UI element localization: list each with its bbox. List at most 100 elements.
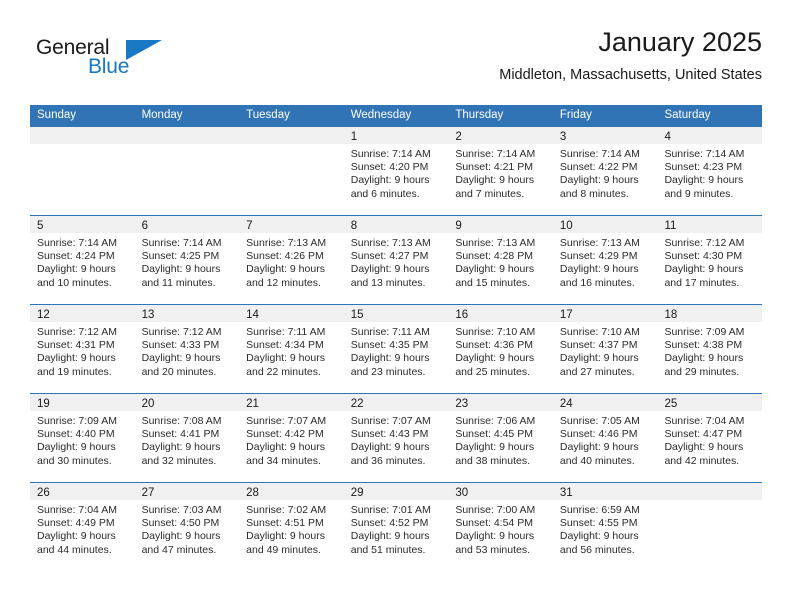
sunrise-text: Sunrise: 7:02 AM <box>246 504 327 516</box>
day-cell[interactable]: 4 Sunrise: 7:14 AM Sunset: 4:23 PM Daylight… <box>657 127 763 215</box>
day-cell[interactable]: 31 Sunrise: 6:59 AM Sunset: 4:55 PM Dayligh… <box>552 483 658 571</box>
day-number: 24 <box>559 398 573 410</box>
day-cell[interactable]: 24 Sunrise: 7:05 AM Sunset: 4:46 PM Dayligh… <box>552 394 658 482</box>
day-number-band: 26 <box>30 483 135 500</box>
daylight-text: Daylight: 9 hours and 12 minutes. <box>246 263 325 289</box>
daylight-text: Daylight: 9 hours and 10 minutes. <box>37 263 116 289</box>
day-cell[interactable] <box>134 127 240 215</box>
day-cell[interactable]: 5 Sunrise: 7:14 AM Sunset: 4:24 PM Daylight… <box>30 216 135 304</box>
sunset-text: Sunset: 4:43 PM <box>350 428 429 441</box>
day-cell[interactable]: 18 Sunrise: 7:09 AM Sunset: 4:38 PM Dayligh… <box>657 305 763 393</box>
day-cell[interactable]: 23 Sunrise: 7:06 AM Sunset: 4:45 PM Dayligh… <box>448 394 553 482</box>
day-details: Sunrise: 7:09 AM Sunset: 4:40 PM Daylight:… <box>30 411 135 468</box>
day-cell[interactable]: 13 Sunrise: 7:12 AM Sunset: 4:33 PM Dayligh… <box>134 305 240 393</box>
day-number-band: 16 <box>448 305 553 322</box>
day-cell[interactable]: 27 Sunrise: 7:03 AM Sunset: 4:50 PM Dayligh… <box>134 483 240 571</box>
sunrise-text: Sunrise: 7:09 AM <box>37 415 117 427</box>
day-number: 26 <box>37 487 50 499</box>
day-cell[interactable]: 19 Sunrise: 7:09 AM Sunset: 4:40 PM Dayligh… <box>30 394 135 482</box>
sunrise-text: Sunrise: 7:14 AM <box>141 237 222 249</box>
sunset-text: Sunset: 4:36 PM <box>455 339 533 352</box>
daylight-text: Daylight: 9 hours and 19 minutes. <box>37 352 116 378</box>
daylight-text: Daylight: 9 hours and 6 minutes. <box>350 174 430 200</box>
day-cell[interactable]: 2 Sunrise: 7:14 AM Sunset: 4:21 PM Daylight… <box>448 127 553 215</box>
day-cell[interactable] <box>657 483 763 571</box>
sunset-text: Sunset: 4:55 PM <box>559 517 638 530</box>
sunrise-text: Sunrise: 7:10 AM <box>559 326 640 338</box>
day-cell[interactable]: 1 Sunrise: 7:14 AM Sunset: 4:20 PM Daylight… <box>343 127 449 215</box>
day-cell[interactable]: 8 Sunrise: 7:13 AM Sunset: 4:27 PM Daylight… <box>343 216 449 304</box>
day-cell[interactable]: 22 Sunrise: 7:07 AM Sunset: 4:43 PM Dayligh… <box>343 394 449 482</box>
sunset-text: Sunset: 4:49 PM <box>37 517 115 530</box>
day-number-band: 14 <box>239 305 344 322</box>
calendar-week-row: 1 Sunrise: 7:14 AM Sunset: 4:20 PM Daylight… <box>30 126 763 215</box>
day-number: 7 <box>246 220 253 232</box>
daylight-text: Daylight: 9 hours and 11 minutes. <box>141 263 221 289</box>
calendar-week-row: 19 Sunrise: 7:09 AM Sunset: 4:40 PM Dayligh… <box>30 393 763 482</box>
daylight-text: Daylight: 9 hours and 20 minutes. <box>141 352 221 378</box>
day-cell[interactable]: 15 Sunrise: 7:11 AM Sunset: 4:35 PM Dayligh… <box>343 305 449 393</box>
daylight-text: Daylight: 9 hours and 36 minutes. <box>350 441 430 467</box>
weekday-header-wednesday: Wednesday <box>350 109 412 121</box>
day-cell[interactable]: 26 Sunrise: 7:04 AM Sunset: 4:49 PM Dayligh… <box>30 483 135 571</box>
day-cell[interactable]: 17 Sunrise: 7:10 AM Sunset: 4:37 PM Dayligh… <box>552 305 658 393</box>
day-details: Sunrise: 7:12 AM Sunset: 4:30 PM Daylight:… <box>657 233 762 290</box>
page-title: January 2025 <box>598 27 762 57</box>
day-number-band <box>30 127 135 144</box>
day-cell[interactable]: 7 Sunrise: 7:13 AM Sunset: 4:26 PM Daylight… <box>239 216 344 304</box>
sunrise-text: Sunrise: 7:05 AM <box>559 415 640 427</box>
day-number-band: 19 <box>30 394 135 411</box>
day-details <box>135 144 240 148</box>
day-cell[interactable]: 30 Sunrise: 7:00 AM Sunset: 4:54 PM Dayligh… <box>448 483 553 571</box>
day-number: 18 <box>664 309 678 321</box>
day-cell[interactable]: 9 Sunrise: 7:13 AM Sunset: 4:28 PM Daylight… <box>448 216 553 304</box>
day-details: Sunrise: 7:14 AM Sunset: 4:21 PM Daylight:… <box>448 144 553 201</box>
day-cell[interactable]: 6 Sunrise: 7:14 AM Sunset: 4:25 PM Daylight… <box>134 216 240 304</box>
day-cell[interactable]: 10 Sunrise: 7:13 AM Sunset: 4:29 PM Dayligh… <box>552 216 658 304</box>
weekday-header-saturday: Saturday <box>664 109 711 121</box>
weekday-header-monday: Monday <box>141 109 183 121</box>
day-number-band: 24 <box>552 394 658 411</box>
day-number: 17 <box>559 309 573 321</box>
day-number-band: 3 <box>552 127 658 144</box>
day-number: 14 <box>246 309 259 321</box>
sunset-text: Sunset: 4:37 PM <box>559 339 638 352</box>
day-number: 13 <box>141 309 155 321</box>
day-number: 8 <box>350 220 358 232</box>
day-number-band: 21 <box>239 394 344 411</box>
sunrise-text: Sunrise: 7:13 AM <box>350 237 431 249</box>
day-number-band: 17 <box>552 305 658 322</box>
sunrise-text: Sunrise: 7:07 AM <box>246 415 327 427</box>
day-cell[interactable]: 20 Sunrise: 7:08 AM Sunset: 4:41 PM Dayligh… <box>134 394 240 482</box>
day-cell[interactable]: 12 Sunrise: 7:12 AM Sunset: 4:31 PM Dayligh… <box>30 305 135 393</box>
weekday-header-tuesday: Tuesday <box>246 109 290 121</box>
day-cell[interactable]: 21 Sunrise: 7:07 AM Sunset: 4:42 PM Dayligh… <box>239 394 344 482</box>
day-cell[interactable] <box>239 127 344 215</box>
day-number-band: 25 <box>657 394 763 411</box>
daylight-text: Daylight: 9 hours and 53 minutes. <box>455 530 535 556</box>
day-number: 1 <box>350 131 358 143</box>
day-cell[interactable]: 29 Sunrise: 7:01 AM Sunset: 4:52 PM Dayligh… <box>343 483 449 571</box>
daylight-text: Daylight: 9 hours and 34 minutes. <box>246 441 325 467</box>
day-cell[interactable]: 28 Sunrise: 7:02 AM Sunset: 4:51 PM Dayligh… <box>239 483 344 571</box>
day-details: Sunrise: 7:13 AM Sunset: 4:28 PM Daylight:… <box>448 233 553 290</box>
day-details: Sunrise: 7:07 AM Sunset: 4:43 PM Daylight:… <box>344 411 449 468</box>
day-number: 10 <box>559 220 573 232</box>
daylight-text: Daylight: 9 hours and 29 minutes. <box>664 352 744 378</box>
day-number-band: 2 <box>448 127 553 144</box>
sunrise-text: Sunrise: 7:04 AM <box>37 504 117 516</box>
day-number-band: 30 <box>448 483 553 500</box>
general-blue-logo[interactable]: General Blue <box>36 36 166 86</box>
day-number-band: 9 <box>448 216 553 233</box>
daylight-text: Daylight: 9 hours and 13 minutes. <box>350 263 430 289</box>
day-cell[interactable]: 14 Sunrise: 7:11 AM Sunset: 4:34 PM Dayligh… <box>239 305 344 393</box>
day-cell[interactable]: 16 Sunrise: 7:10 AM Sunset: 4:36 PM Dayligh… <box>448 305 553 393</box>
day-cell[interactable] <box>30 127 135 215</box>
day-cell[interactable]: 25 Sunrise: 7:04 AM Sunset: 4:47 PM Dayligh… <box>657 394 763 482</box>
day-number: 12 <box>37 309 50 321</box>
day-number: 31 <box>559 487 573 499</box>
day-number: 22 <box>350 398 364 410</box>
day-cell[interactable]: 11 Sunrise: 7:12 AM Sunset: 4:30 PM Dayligh… <box>657 216 763 304</box>
day-number: 28 <box>246 487 259 499</box>
day-cell[interactable]: 3 Sunrise: 7:14 AM Sunset: 4:22 PM Daylight… <box>552 127 658 215</box>
